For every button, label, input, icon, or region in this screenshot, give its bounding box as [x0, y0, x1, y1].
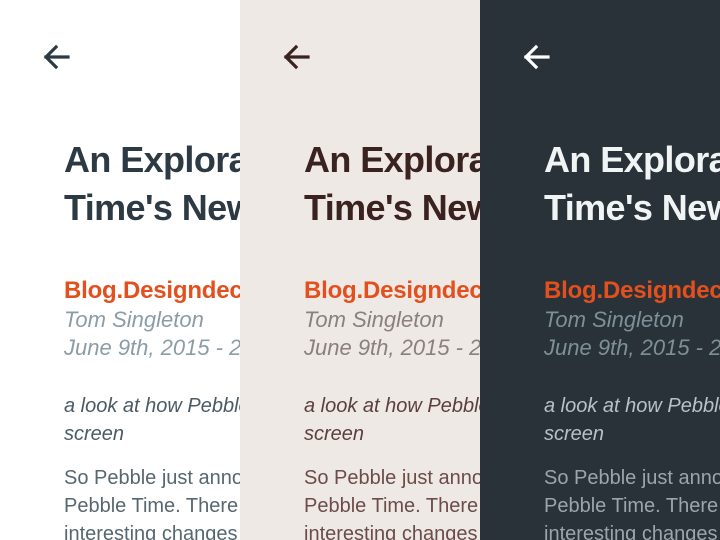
arrow-left-icon [518, 38, 556, 76]
article-body-line: Pebble Time. There are some [64, 495, 240, 517]
article-content: An Exploration of Pebble Time's New Watc… [64, 136, 240, 540]
article-subtitle-line: screen [304, 423, 365, 445]
article-title: An Exploration of Pebble Time's New Watc… [304, 136, 480, 232]
article-date: June 9th, 2015 - 2 min read [544, 335, 720, 360]
article-date: June 9th, 2015 - 2 min read [304, 335, 480, 360]
arrow-left-icon [38, 38, 76, 76]
article-body-line: interesting changes to the UI [304, 523, 480, 540]
article-title-line: An Exploration of Pebble [64, 139, 240, 180]
light-theme-panel: An Exploration of Pebble Time's New Watc… [0, 0, 240, 540]
article-body-line: interesting changes to the UI [544, 523, 720, 540]
back-button[interactable] [38, 38, 76, 76]
article-body-line: So Pebble just announced the [64, 467, 240, 489]
article-title-line: An Exploration of Pebble [304, 139, 480, 180]
dark-theme-panel: An Exploration of Pebble Time's New Watc… [480, 0, 720, 540]
article-source[interactable]: Blog.Designdecisions [544, 276, 720, 306]
article-body: So Pebble just announced the Pebble Time… [304, 464, 480, 540]
article-body: So Pebble just announced the Pebble Time… [544, 464, 720, 540]
article-body-line: Pebble Time. There are some [304, 495, 480, 517]
back-button[interactable] [278, 38, 316, 76]
article-content: An Exploration of Pebble Time's New Watc… [304, 136, 480, 540]
article-subtitle: a look at how Pebble fills the screen [64, 392, 240, 448]
sepia-theme-panel: An Exploration of Pebble Time's New Watc… [240, 0, 480, 540]
article-subtitle-line: a look at how Pebble fills the [544, 395, 720, 417]
article-title-line: Time's New Watchfaces [544, 187, 720, 228]
theme-comparison: An Exploration of Pebble Time's New Watc… [0, 0, 720, 540]
article-subtitle-line: a look at how Pebble fills the [304, 395, 480, 417]
article-subtitle-line: screen [544, 423, 605, 445]
article-title: An Exploration of Pebble Time's New Watc… [544, 136, 720, 232]
arrow-left-icon [278, 38, 316, 76]
article-author: Tom Singleton [64, 307, 204, 332]
article-source[interactable]: Blog.Designdecisions [64, 276, 240, 306]
article-content: An Exploration of Pebble Time's New Watc… [544, 136, 720, 540]
article-title-line: Time's New Watchfaces [304, 187, 480, 228]
article-author: Tom Singleton [304, 307, 444, 332]
back-button[interactable] [518, 38, 556, 76]
article-title-line: Time's New Watchfaces [64, 187, 240, 228]
article-body-line: So Pebble just announced the [304, 467, 480, 489]
article-body-line: interesting changes to the UI [64, 523, 240, 540]
article-title: An Exploration of Pebble Time's New Watc… [64, 136, 240, 232]
article-body: So Pebble just announced the Pebble Time… [64, 464, 240, 540]
article-date: June 9th, 2015 - 2 min read [64, 335, 240, 360]
article-source[interactable]: Blog.Designdecisions [304, 276, 480, 306]
article-body-line: So Pebble just announced the [544, 467, 720, 489]
article-body-line: Pebble Time. There are some [544, 495, 720, 517]
article-author: Tom Singleton [544, 307, 684, 332]
article-subtitle-line: a look at how Pebble fills the [64, 395, 240, 417]
article-subtitle: a look at how Pebble fills the screen [304, 392, 480, 448]
article-subtitle: a look at how Pebble fills the screen [544, 392, 720, 448]
article-subtitle-line: screen [64, 423, 125, 445]
article-title-line: An Exploration of Pebble [544, 139, 720, 180]
